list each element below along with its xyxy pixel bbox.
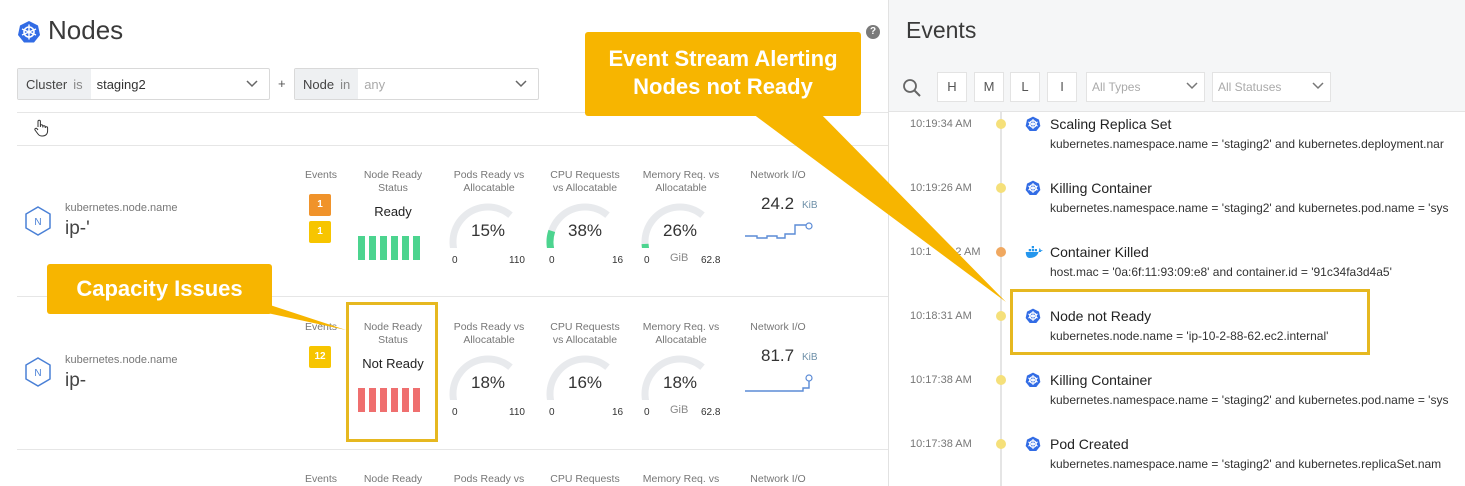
capacity-issues-callout: Capacity Issues xyxy=(47,264,272,314)
event-stream-callout: Event Stream Alerting Nodes not Ready xyxy=(585,32,861,116)
callout-text: Event Stream Alerting xyxy=(608,46,838,71)
callout-text: Nodes not Ready xyxy=(633,74,813,99)
callout-text: Capacity Issues xyxy=(76,276,243,301)
